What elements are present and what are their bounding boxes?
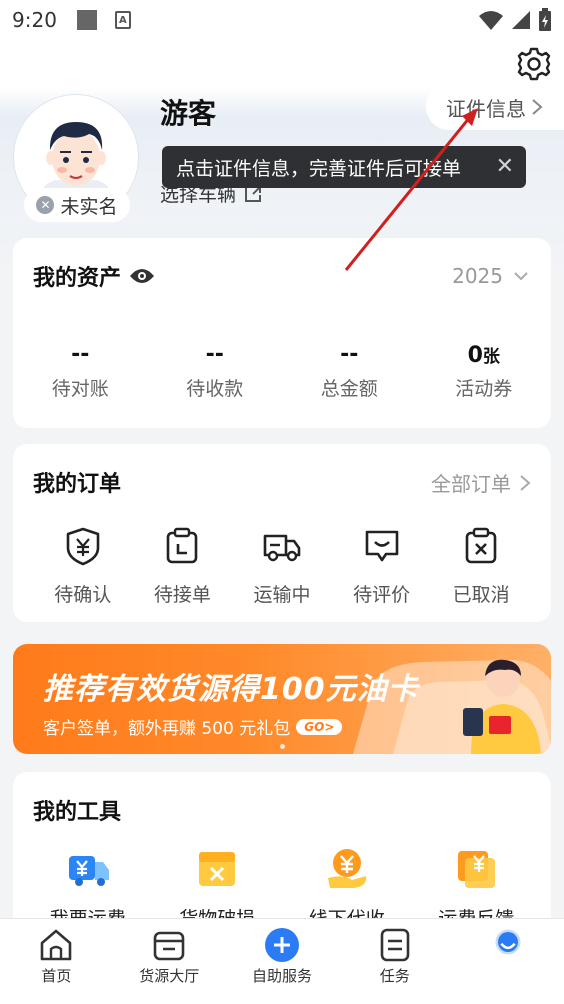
username: 游客 xyxy=(160,97,217,130)
cargo-hall-icon xyxy=(153,931,185,961)
asset-value: -- xyxy=(71,342,90,367)
truck-icon xyxy=(263,534,301,562)
banner-subtitle: 客户签单，额外再赚 500 元礼包 GO> xyxy=(43,714,343,739)
asset-item[interactable]: 0张 活动券 xyxy=(417,342,552,401)
order-status-label: 已取消 xyxy=(452,584,510,606)
clipboard-x-icon xyxy=(465,527,497,564)
assets-title: 我的资产 xyxy=(33,260,155,292)
order-status-in-transit[interactable]: 运输中 xyxy=(237,526,327,607)
status-icons xyxy=(478,8,552,32)
asset-value: -- xyxy=(205,342,224,367)
order-status-label: 运输中 xyxy=(253,584,311,606)
gear-icon[interactable] xyxy=(516,46,552,82)
cert-info-button[interactable]: 证件信息 xyxy=(426,84,564,130)
chevron-down-icon xyxy=(514,272,528,281)
order-status-pending-review[interactable]: 待评价 xyxy=(337,526,427,607)
banner-title: 推荐有效货源得100元油卡 xyxy=(43,672,419,707)
go-button[interactable]: GO> xyxy=(296,718,343,735)
nav-profile[interactable] xyxy=(451,919,564,1004)
clipboard-clock-icon xyxy=(167,527,198,564)
order-status-pending-confirm[interactable]: 待确认 xyxy=(38,526,128,607)
profile-ring-icon xyxy=(495,929,521,955)
battery-icon xyxy=(539,8,551,31)
damaged-box-icon xyxy=(199,852,236,886)
asset-item[interactable]: -- 待对账 xyxy=(13,342,148,401)
chevron-right-icon xyxy=(520,474,531,491)
order-status-items: 待确认 待接单 运输中 待评价 已取消 xyxy=(13,526,551,607)
asset-label: 待收款 xyxy=(186,378,244,400)
asset-item[interactable]: -- 总金额 xyxy=(282,342,417,401)
order-status-label: 待接单 xyxy=(153,584,211,606)
orders-title: 我的订单 xyxy=(33,472,122,497)
banner-pager-dot xyxy=(280,744,285,749)
home-icon xyxy=(41,929,72,961)
order-status-label: 待评价 xyxy=(353,584,411,606)
status-time: 9:20 xyxy=(12,8,57,32)
real-name-badge[interactable]: ✕ 未实名 xyxy=(24,188,130,222)
assets-card: 我的资产 2025 -- 待对账 -- 待收款 -- 总金额 0张 活动券 xyxy=(13,238,551,428)
bottom-nav: 首页 货源大厅 自助服务 任务 xyxy=(0,918,564,1004)
asset-value: 0张 xyxy=(467,343,500,368)
driver-illustration-icon xyxy=(463,659,541,754)
order-status-label: 待确认 xyxy=(54,584,112,606)
nav-tasks[interactable]: 任务 xyxy=(338,919,451,1004)
asset-label: 待对账 xyxy=(51,378,109,400)
asset-items: -- 待对账 -- 待收款 -- 总金额 0张 活动券 xyxy=(13,342,551,401)
promo-banner[interactable]: 推荐有效货源得100元油卡 客户签单，额外再赚 500 元礼包 GO> xyxy=(13,644,551,754)
tools-title: 我的工具 xyxy=(33,800,122,825)
yen-hand-icon xyxy=(327,849,366,888)
tooltip-text: 点击证件信息，完善证件后可接单 xyxy=(176,157,462,180)
cert-tooltip: 点击证件信息，完善证件后可接单 ✕ xyxy=(162,146,526,188)
nav-home[interactable]: 首页 xyxy=(0,919,113,1004)
order-status-pending-accept[interactable]: 待接单 xyxy=(137,526,227,607)
signal-icon xyxy=(512,11,530,29)
assets-title-text: 我的资产 xyxy=(33,266,122,291)
banner-subtitle-text: 客户签单，额外再赚 500 元礼包 xyxy=(43,719,291,739)
wifi-icon xyxy=(479,11,503,30)
year-selector[interactable]: 2025 xyxy=(452,264,529,288)
all-orders-label: 全部订单 xyxy=(431,472,511,496)
eye-icon[interactable] xyxy=(129,266,155,286)
order-status-cancelled[interactable]: 已取消 xyxy=(436,526,526,607)
yen-shield-icon xyxy=(66,527,100,566)
nav-label: 货源大厅 xyxy=(139,967,200,985)
year-value: 2025 xyxy=(452,264,503,288)
nav-self-service[interactable]: 自助服务 xyxy=(226,919,339,1004)
orders-card: 我的订单 全部订单 待确认 待接单 运输中 待评价 已取消 xyxy=(13,444,551,622)
real-name-status: 未实名 xyxy=(60,195,118,218)
yen-truck-icon xyxy=(68,856,109,886)
comment-smile-icon xyxy=(365,530,398,562)
nav-label: 首页 xyxy=(41,967,72,985)
all-orders-link[interactable]: 全部订单 xyxy=(431,468,531,497)
task-icon xyxy=(380,928,410,962)
chevron-right-icon xyxy=(532,99,543,115)
nav-label: 自助服务 xyxy=(251,967,312,985)
keyboard-a-icon: A xyxy=(114,11,131,29)
nav-label: 任务 xyxy=(379,967,410,985)
asset-label: 活动券 xyxy=(455,378,513,400)
asset-item[interactable]: -- 待收款 xyxy=(148,342,283,401)
asset-label: 总金额 xyxy=(320,378,378,400)
asset-value: -- xyxy=(340,342,359,367)
yen-feedback-icon xyxy=(458,851,496,888)
notification-square-icon xyxy=(76,10,97,30)
plus-circle-icon xyxy=(264,928,299,962)
nav-cargo-hall[interactable]: 货源大厅 xyxy=(113,919,226,1004)
tooltip-close-icon[interactable]: ✕ xyxy=(496,154,514,179)
close-circle-icon: ✕ xyxy=(36,196,55,214)
cert-info-label: 证件信息 xyxy=(446,96,526,121)
status-bar: 9:20 A xyxy=(0,0,564,40)
